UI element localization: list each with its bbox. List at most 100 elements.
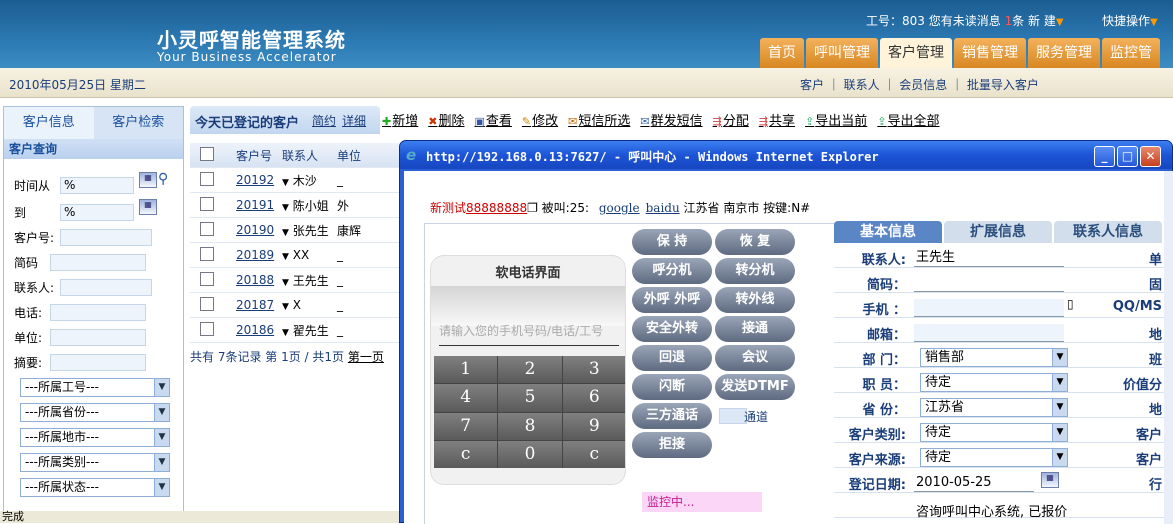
cust-no-link[interactable]: 20188	[230, 273, 282, 287]
quick-ops-menu[interactable]: 快捷操作▼	[1102, 12, 1158, 29]
three-way-button[interactable]: 三方通话	[632, 403, 712, 429]
select-category[interactable]: ---所属类别--- ▼	[20, 453, 170, 472]
test-number[interactable]: 88888888	[466, 201, 527, 215]
nav-customer[interactable]: 客户管理	[880, 38, 952, 68]
delete-button[interactable]: ✖删除	[428, 110, 464, 129]
tab-extended-info[interactable]: 扩展信息	[944, 221, 1052, 243]
outbound-button[interactable]: 外呼 外呼	[632, 287, 712, 313]
province-select[interactable]: 江苏省 ▼	[920, 398, 1068, 417]
mass-sms-button[interactable]: ✉群发短信	[640, 110, 702, 129]
transfer-external-button[interactable]: 转外线	[715, 287, 795, 313]
conference-button[interactable]: 会议	[715, 345, 795, 371]
summary-input[interactable]	[50, 354, 146, 371]
code-input[interactable]	[50, 254, 146, 271]
category-select[interactable]: 待定 ▼	[920, 423, 1068, 442]
unit-input[interactable]	[50, 329, 146, 346]
view-simple-link[interactable]: 简约	[312, 112, 336, 129]
sub-links[interactable]: 客户 ｜ 联系人 ｜ 会员信息 ｜ 批量导入客户	[800, 76, 1039, 93]
key-3[interactable]: 3	[562, 356, 625, 384]
key-clear[interactable]: c	[434, 440, 498, 468]
tab-contact-info[interactable]: 联系人信息	[1054, 221, 1162, 243]
row-checkbox[interactable]	[200, 321, 214, 336]
maximize-button[interactable]: □	[1117, 146, 1138, 167]
call-ext-button[interactable]: 呼分机	[632, 258, 712, 284]
channel-input[interactable]	[719, 408, 747, 424]
google-link[interactable]: google	[599, 201, 640, 215]
contact-input[interactable]	[60, 279, 152, 296]
email-field[interactable]	[914, 324, 1064, 342]
staff-select[interactable]: 待定 ▼	[920, 373, 1068, 392]
nav-service[interactable]: 服务管理	[1028, 38, 1100, 68]
nav-sales[interactable]: 销售管理	[954, 38, 1026, 68]
flash-button[interactable]: 闪断	[632, 374, 712, 400]
table-row[interactable]: 20189 ▼ XX _	[190, 243, 400, 268]
key-2[interactable]: 2	[498, 356, 562, 384]
key-1[interactable]: 1	[434, 356, 498, 384]
ie-scrollbar[interactable]	[1164, 171, 1173, 524]
build-menu[interactable]: 建	[1044, 14, 1056, 28]
key-clear-2[interactable]: c	[562, 440, 625, 468]
to-input[interactable]: %	[60, 204, 134, 221]
table-row[interactable]: 20191 ▼ 陈小姐外	[190, 193, 400, 218]
reject-button[interactable]: 拒接	[632, 432, 712, 458]
row-checkbox[interactable]	[200, 246, 214, 261]
phone-number-input[interactable]: 请输入您的手机号码/电话/工号	[439, 316, 619, 346]
cust-no-link[interactable]: 20186	[230, 323, 282, 337]
key-6[interactable]: 6	[562, 384, 625, 412]
assign-button[interactable]: ⇶分配	[713, 110, 749, 129]
select-all-checkbox[interactable]	[200, 146, 214, 161]
view-detail-link[interactable]: 详细	[342, 112, 366, 129]
export-all-button[interactable]: ⇪导出全部	[877, 110, 939, 129]
baidu-link[interactable]: baidu	[646, 201, 680, 215]
back-button[interactable]: 回退	[632, 345, 712, 371]
tab-customer-search[interactable]: 客户检索	[94, 107, 184, 139]
row-checkbox[interactable]	[200, 171, 214, 186]
send-dtmf-button[interactable]: 发送DTMF	[715, 374, 795, 400]
close-button[interactable]: ✕	[1140, 146, 1161, 167]
time-from-input[interactable]: %	[60, 177, 134, 194]
nav-home[interactable]: 首页	[760, 38, 804, 68]
source-select[interactable]: 待定 ▼	[920, 448, 1068, 467]
view-button[interactable]: ▣查看	[474, 110, 511, 129]
phone-icon[interactable]: ▯	[1067, 297, 1074, 311]
nav-call[interactable]: 呼叫管理	[806, 38, 878, 68]
cust-no-input[interactable]	[60, 229, 152, 246]
row-checkbox[interactable]	[200, 221, 214, 236]
export-current-button[interactable]: ⇪导出当前	[805, 110, 867, 129]
ie-titlebar[interactable]: e http://192.168.0.13:7627/ - 呼叫中心 - Win…	[400, 141, 1172, 169]
answer-button[interactable]: 接通	[715, 316, 795, 342]
table-row[interactable]: 20190 ▼ 张先生 康辉	[190, 218, 400, 243]
contact-field[interactable]: 王先生	[914, 249, 1064, 267]
table-row[interactable]: 20186 ▼ 翟先生 _	[190, 318, 400, 343]
first-page-link[interactable]: 第一页	[348, 350, 384, 364]
row-checkbox[interactable]	[200, 271, 214, 286]
safe-transfer-button[interactable]: 安全外转	[632, 316, 712, 342]
key-5[interactable]: 5	[498, 384, 562, 412]
table-row[interactable]: 20188 ▼ 王先生 _	[190, 268, 400, 293]
key-4[interactable]: 4	[434, 384, 498, 412]
calendar-icon[interactable]: ▦	[139, 199, 157, 215]
copy-icon[interactable]: ❐	[527, 201, 538, 215]
resume-button[interactable]: 恢 复	[715, 229, 795, 255]
add-button[interactable]: ✚新增	[382, 110, 418, 129]
cust-no-link[interactable]: 20189	[230, 248, 282, 262]
cust-no-link[interactable]: 20192	[230, 173, 282, 187]
share-button[interactable]: ⇶共享	[759, 110, 795, 129]
mobile-field[interactable]	[914, 299, 1064, 317]
transfer-ext-button[interactable]: 转分机	[715, 258, 795, 284]
sms-selected-button[interactable]: ✉短信所选	[568, 110, 630, 129]
code-field[interactable]	[914, 274, 1064, 292]
search-icon[interactable]: ⚲	[158, 171, 168, 187]
tab-basic-info[interactable]: 基本信息	[834, 221, 942, 243]
table-row[interactable]: 20187 ▼ X _	[190, 293, 400, 318]
calendar-icon[interactable]: ▦	[1041, 472, 1059, 488]
select-province[interactable]: ---所属省份--- ▼	[20, 403, 170, 422]
table-row[interactable]: 20192 ▼ 木沙 _	[190, 168, 400, 193]
nav-monitor[interactable]: 监控管	[1102, 38, 1160, 68]
cust-no-link[interactable]: 20191	[230, 198, 282, 212]
row-checkbox[interactable]	[200, 296, 214, 311]
dept-select[interactable]: 销售部 ▼	[920, 348, 1068, 367]
hold-button[interactable]: 保 持	[632, 229, 712, 255]
minimize-button[interactable]: _	[1094, 146, 1115, 167]
key-0[interactable]: 0	[498, 440, 562, 468]
